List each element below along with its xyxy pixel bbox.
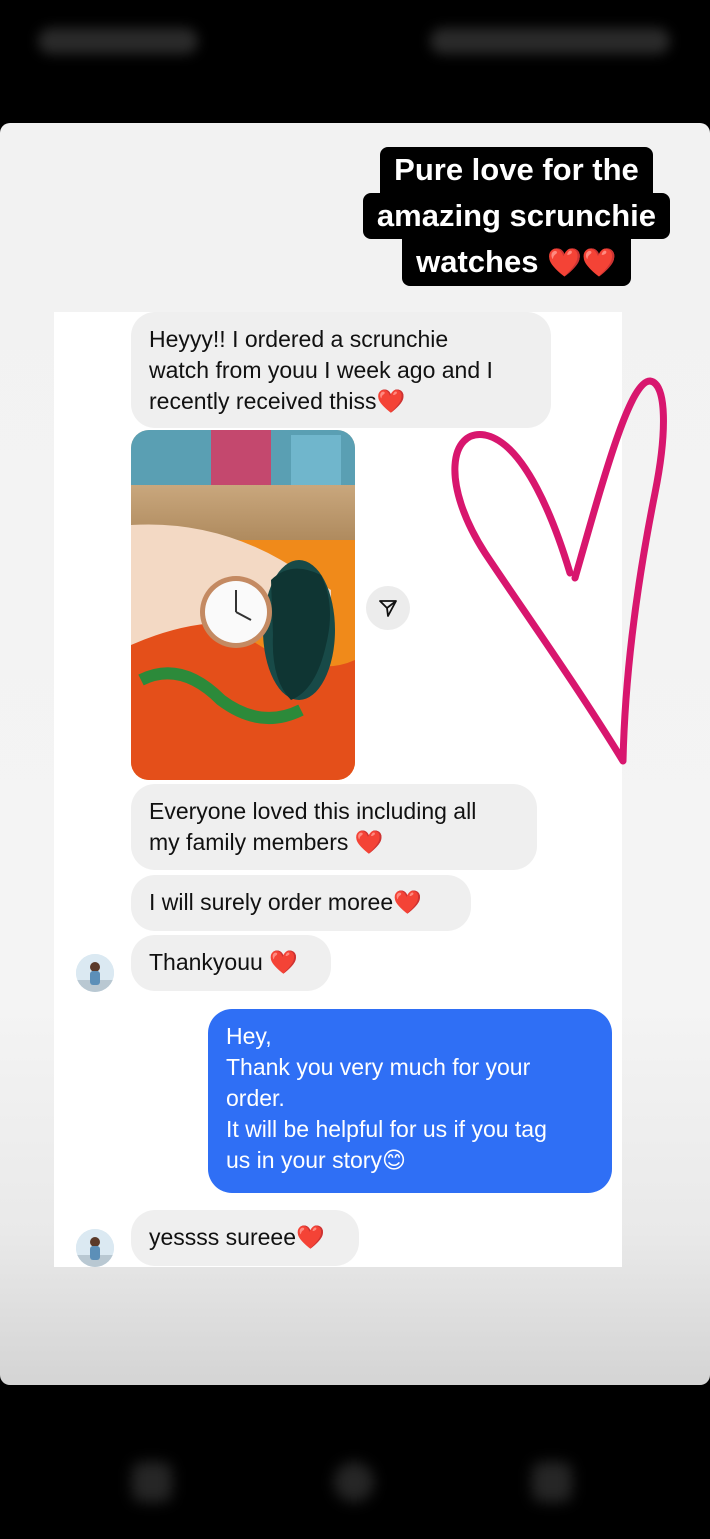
incoming-message-2: Everyone loved this including all my fam… [131, 784, 537, 870]
message-line: yessss sureee❤️ [149, 1222, 341, 1253]
message-line-text: Thankyouu [149, 949, 263, 975]
message-line: Hey, [226, 1023, 272, 1049]
avatar[interactable] [76, 954, 114, 992]
story-card[interactable]: Pure love for the amazing scrunchie watc… [0, 123, 710, 1385]
share-arrow-icon [379, 600, 397, 617]
message-line-text: I will surely order moree [149, 889, 394, 915]
story-caption: Pure love for the amazing scrunchie watc… [362, 147, 670, 286]
avatar[interactable] [76, 1229, 114, 1267]
share-button[interactable] [366, 586, 410, 630]
heart-emoji: ❤️ [269, 949, 298, 975]
message-line: It will be helpful for us if you tag [226, 1116, 547, 1142]
home-icon[interactable] [334, 1462, 374, 1502]
heart-emoji: ❤️ [354, 829, 384, 855]
recent-apps-icon[interactable] [132, 1462, 172, 1502]
photo-illustration [131, 430, 355, 780]
incoming-message-3: I will surely order moree❤️ [131, 875, 471, 931]
avatar-image [76, 954, 114, 992]
message-line-text: my family members [149, 829, 349, 855]
heart-emoji: ❤️ [376, 388, 406, 414]
scrunchie-watch-photo[interactable] [131, 430, 355, 780]
message-line: I will surely order moree❤️ [149, 887, 453, 918]
caption-heart-emoji: ❤️❤️ [547, 247, 617, 278]
message-line: Everyone loved this including all [149, 798, 477, 824]
pink-heart-drawing [451, 377, 667, 765]
incoming-message-4: Thankyouu ❤️ [131, 935, 331, 991]
message-line: Heyyy!! I ordered a scrunchie [149, 326, 449, 352]
status-bar [0, 0, 710, 90]
message-line: Thankyouu ❤️ [149, 947, 313, 978]
caption-line-1: Pure love for the [380, 147, 653, 193]
heart-emoji: ❤️ [393, 889, 422, 915]
message-line: us in your story😊 [226, 1145, 594, 1176]
caption-line-3-text: watches [416, 244, 539, 279]
message-line-text: recently received thiss [149, 388, 377, 414]
outgoing-message: Hey, Thank you very much for your order.… [208, 1009, 612, 1193]
caption-line-3: watches ❤️❤️ [402, 239, 631, 286]
avatar-image [76, 1229, 114, 1267]
status-time-blur [38, 28, 198, 54]
caption-line-2: amazing scrunchie [362, 193, 670, 239]
message-line-text: us in your story [226, 1147, 382, 1173]
message-line: Thank you very much for your [226, 1054, 531, 1080]
message-line-text: yessss sureee [149, 1224, 297, 1250]
message-line: order. [226, 1085, 285, 1111]
status-icons-blur [430, 28, 670, 54]
message-line: my family members ❤️ [149, 827, 519, 858]
smile-emoji: 😊 [381, 1147, 406, 1173]
heart-emoji: ❤️ [296, 1224, 325, 1250]
back-icon[interactable] [532, 1462, 572, 1502]
incoming-message-5: yessss sureee❤️ [131, 1210, 359, 1266]
